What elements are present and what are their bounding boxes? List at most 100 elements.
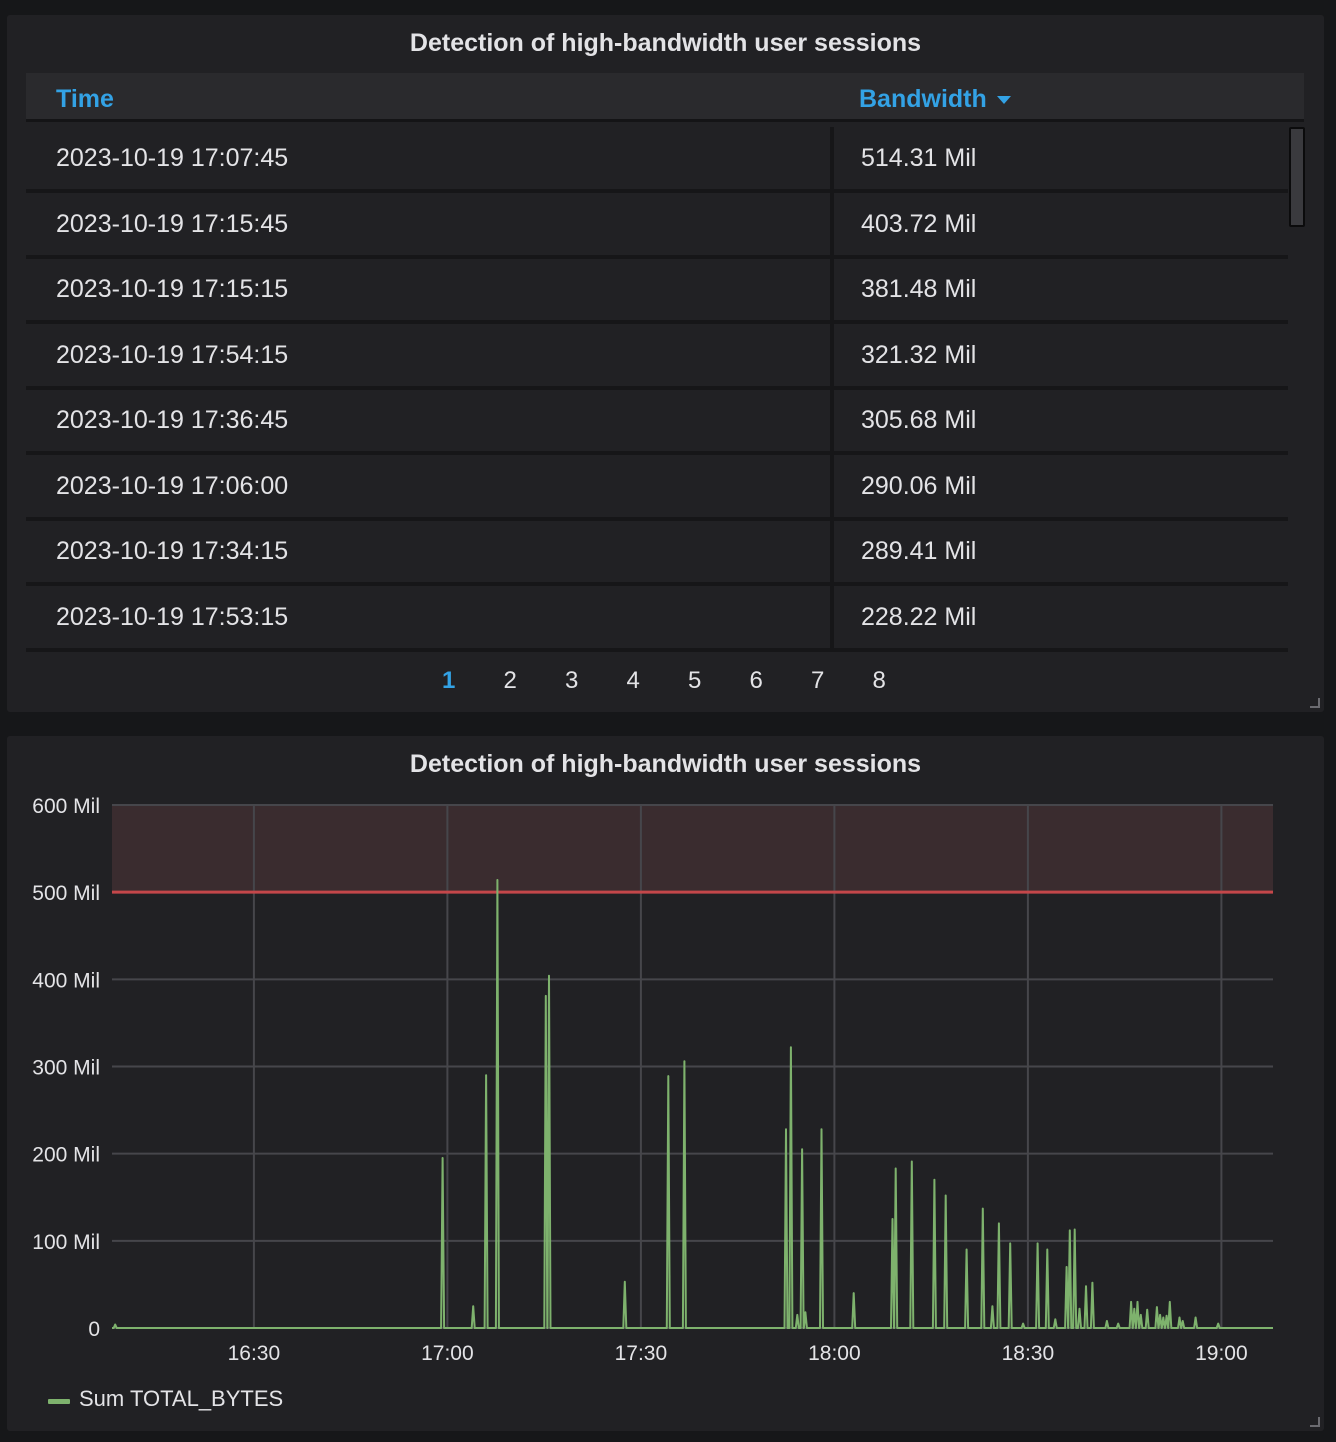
table-row: 2023-10-19 17:53:15 228.22 Mil (26, 585, 1288, 652)
data-point (496, 879, 499, 881)
y-tick-label: 300 Mil (32, 1057, 100, 1080)
data-point (1117, 1322, 1119, 1325)
cell-bandwidth: 381.48 Mil (861, 275, 977, 303)
data-point (1194, 1316, 1197, 1319)
table-row: 2023-10-19 17:06:00 290.06 Mil (26, 454, 1288, 521)
data-point (1106, 1320, 1108, 1322)
cell-bandwidth: 321.32 Mil (861, 340, 977, 369)
y-tick-label: 400 Mil (32, 969, 100, 992)
page-link-8[interactable]: 8 (873, 667, 886, 695)
data-point (1046, 1248, 1049, 1251)
data-point (804, 1311, 807, 1314)
data-point (991, 1305, 994, 1308)
pagination: 1 2 3 4 5 6 7 8 (7, 667, 1324, 697)
data-point (1036, 1242, 1039, 1245)
table-row: 2023-10-19 17:15:15 381.48 Mil (26, 258, 1288, 324)
table-row: 2023-10-19 17:15:45 403.72 Mil (26, 192, 1288, 259)
data-point (785, 1128, 787, 1131)
cell-time: 2023-10-19 17:36:45 (56, 406, 289, 434)
data-point (1085, 1285, 1087, 1287)
chart-panel: Detection of high-bandwidth user session… (7, 736, 1324, 1431)
data-point (998, 1222, 1000, 1225)
row-divider (26, 647, 1288, 652)
data-point (820, 1128, 823, 1131)
resize-handle-icon[interactable] (1310, 1417, 1320, 1427)
data-point (667, 1075, 670, 1077)
cell-time: 2023-10-19 17:54:15 (56, 340, 289, 369)
cell-time: 2023-10-19 17:07:45 (56, 144, 289, 172)
data-point (1054, 1318, 1057, 1321)
data-point (485, 1074, 487, 1077)
column-header-bandwidth-label: Bandwidth (859, 85, 987, 113)
data-point (1159, 1314, 1161, 1316)
y-tick-label: 500 Mil (32, 882, 100, 905)
data-point (801, 1148, 803, 1151)
page-link-5[interactable]: 5 (688, 667, 701, 695)
line-chart: 0 100 Mil 200 Mil 300 Mil 400 Mil 500 Mil 600 … (32, 795, 1273, 1365)
cell-time: 2023-10-19 17:34:15 (56, 537, 289, 565)
data-point (1078, 1308, 1081, 1310)
data-point (441, 1157, 444, 1159)
data-point (1178, 1316, 1181, 1319)
data-point (965, 1248, 968, 1251)
data-point (1022, 1322, 1024, 1325)
cell-time: 2023-10-19 17:15:15 (56, 275, 289, 303)
table-row: 2023-10-19 17:36:45 305.68 Mil (26, 389, 1288, 455)
cell-bandwidth: 305.68 Mil (861, 406, 977, 434)
column-header-time[interactable]: Time (56, 85, 114, 114)
data-point (891, 1218, 894, 1220)
page-link-7[interactable]: 7 (811, 667, 824, 695)
x-tick-label: 17:00 (421, 1342, 474, 1365)
y-tick-label: 600 Mil (32, 795, 100, 818)
threshold-region (112, 805, 1273, 893)
data-point (1073, 1228, 1076, 1231)
column-divider (830, 389, 834, 455)
data-point (852, 1292, 855, 1294)
y-tick-label: 100 Mil (32, 1231, 100, 1254)
x-tick-label: 19:00 (1195, 1342, 1248, 1365)
data-point (894, 1167, 897, 1170)
data-point (544, 995, 547, 997)
x-tick-label: 16:30 (228, 1342, 281, 1365)
data-point (1065, 1266, 1068, 1268)
cell-time: 2023-10-19 17:15:45 (56, 209, 289, 238)
panel-title: Detection of high-bandwidth user session… (409, 29, 922, 57)
page-link-4[interactable]: 4 (627, 667, 640, 695)
column-divider (830, 127, 834, 193)
data-point (548, 975, 550, 977)
x-tick-label: 18:00 (808, 1342, 861, 1365)
table-row: 2023-10-19 17:07:45 514.31 Mil (26, 127, 1288, 193)
cell-bandwidth: 289.41 Mil (861, 537, 977, 565)
page-link-3[interactable]: 3 (565, 667, 578, 695)
data-point (1133, 1308, 1136, 1310)
cell-time: 2023-10-19 17:53:15 (56, 602, 289, 631)
data-point (1009, 1242, 1011, 1245)
cell-bandwidth: 403.72 Mil (861, 209, 977, 238)
x-tick-label: 17:30 (615, 1342, 668, 1365)
legend-swatch (48, 1399, 70, 1404)
data-point (1146, 1308, 1149, 1311)
page-link-6[interactable]: 6 (750, 667, 763, 695)
scrollbar[interactable] (1289, 127, 1305, 227)
table-row: 2023-10-19 17:34:15 289.41 Mil (26, 520, 1288, 586)
data-point (933, 1179, 936, 1181)
data-point (790, 1046, 792, 1049)
data-point (1162, 1316, 1165, 1319)
sort-descending-icon (996, 96, 1011, 105)
page-link-1[interactable]: 1 (442, 667, 455, 695)
resize-handle-icon[interactable] (1310, 698, 1320, 708)
cell-bandwidth: 514.31 Mil (861, 144, 977, 172)
data-point (1217, 1322, 1219, 1325)
data-point (1136, 1301, 1139, 1303)
table-panel: Detection of high-bandwidth user session… (7, 15, 1324, 712)
column-divider (830, 585, 834, 652)
data-point (1091, 1281, 1094, 1284)
page-link-2[interactable]: 2 (504, 667, 517, 695)
column-header-bandwidth[interactable]: Bandwidth (859, 85, 1011, 114)
data-point (944, 1194, 947, 1197)
data-point (911, 1160, 913, 1163)
x-tick-label: 18:30 (1002, 1342, 1055, 1365)
data-point (114, 1323, 117, 1326)
data-point (683, 1060, 686, 1063)
series-line (112, 879, 1273, 1329)
